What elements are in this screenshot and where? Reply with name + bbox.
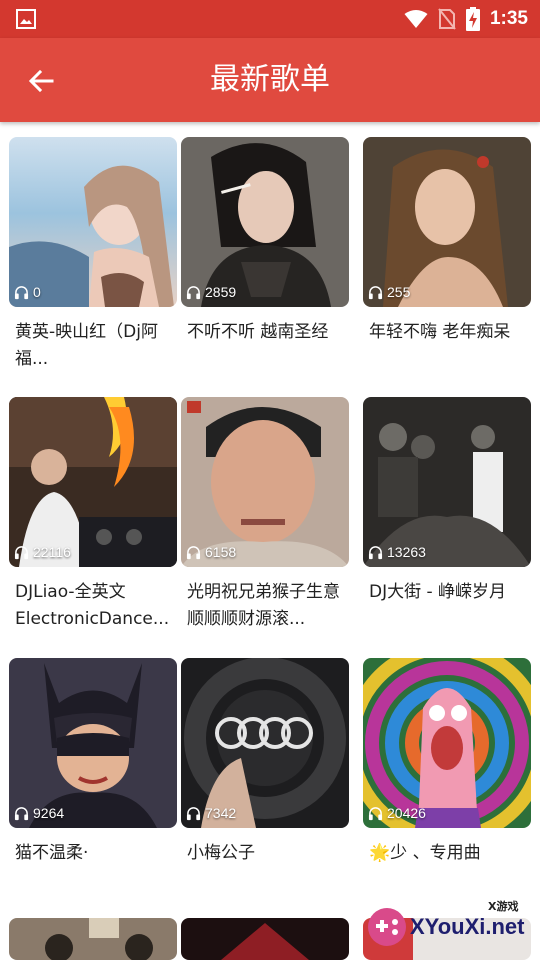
no-sim-icon xyxy=(438,8,456,30)
play-count-value: 7342 xyxy=(205,805,237,821)
playlist-name: 年轻不嗨 老年痴呆 xyxy=(369,322,511,342)
play-count-value: 2859 xyxy=(205,284,237,300)
playlist-name: 小梅公子 xyxy=(187,843,255,863)
headphones-icon xyxy=(14,806,29,820)
battery-charging-icon xyxy=(465,7,480,31)
playlist-card[interactable]: 0 黄英-映山红（Dj阿福... xyxy=(9,137,177,375)
app-bar: 最新歌单 xyxy=(0,38,540,122)
watermark-logo: X游戏 XYouXi.net xyxy=(364,900,534,952)
clock: 1:35 xyxy=(489,8,528,29)
headphones-icon xyxy=(14,545,29,559)
playlist-name: DJLiao-全英文ElectronicDance... xyxy=(15,582,170,629)
cover-image-woman-smoking xyxy=(181,137,349,307)
play-count-value: 0 xyxy=(33,284,41,300)
playlist-cover: 7342 xyxy=(181,658,349,828)
cover-image-woman-flower xyxy=(363,137,531,307)
playlist-cover: 2859 xyxy=(181,137,349,307)
playlist-card[interactable]: 9264 猫不温柔· xyxy=(9,658,177,896)
play-count: 9264 xyxy=(14,805,64,821)
headphones-icon xyxy=(14,285,29,299)
headphones-icon xyxy=(368,806,383,820)
playlist-card[interactable]: 22116 DJLiao-全英文ElectronicDance... xyxy=(9,397,177,635)
headphones-icon xyxy=(368,545,383,559)
cover-image-partial-people xyxy=(9,918,177,960)
play-count: 6158 xyxy=(186,544,236,560)
back-button[interactable] xyxy=(20,60,62,102)
watermark-brand: XYouXi.net xyxy=(410,914,525,939)
play-count: 20426 xyxy=(368,805,426,821)
play-count: 2859 xyxy=(186,284,236,300)
play-count-value: 9264 xyxy=(33,805,65,821)
playlist-card[interactable]: 6158 光明祝兄弟猴子生意顺顺顺财源滚... xyxy=(181,397,349,635)
playlist-cover: 22116 xyxy=(9,397,177,567)
gamepad-logo-icon xyxy=(368,908,406,946)
playlist-name: 光明祝兄弟猴子生意顺顺顺财源滚... xyxy=(187,582,340,629)
playlist-card[interactable]: 255 年轻不嗨 老年痴呆 xyxy=(363,137,531,375)
playlist-cover xyxy=(181,918,349,960)
cover-image-dj-fire xyxy=(9,397,177,567)
playlist-name: 黄英-映山红（Dj阿福... xyxy=(15,322,158,369)
wifi-icon xyxy=(404,10,428,28)
playlist-name: DJ大街 - 峥嵘岁月 xyxy=(369,582,507,602)
cover-image-man-selfie xyxy=(181,397,349,567)
play-count: 13263 xyxy=(368,544,426,560)
play-count-value: 6158 xyxy=(205,544,237,560)
arrow-back-icon xyxy=(28,69,54,93)
playlist-card[interactable] xyxy=(181,918,349,960)
headphones-icon xyxy=(186,545,201,559)
cover-image-batgirl xyxy=(9,658,177,828)
cover-image-partial-dark xyxy=(181,918,349,960)
playlist-cover: 9264 xyxy=(9,658,177,828)
cover-image-psychedelic xyxy=(363,658,531,828)
playlist-cover: 0 xyxy=(9,137,177,307)
play-count: 0 xyxy=(14,284,41,300)
play-count-value: 22116 xyxy=(33,544,71,560)
playlist-name: 猫不温柔· xyxy=(15,843,89,863)
playlist-card[interactable]: 20426 🌟少 、专用曲 xyxy=(363,658,531,896)
page-title: 最新歌单 xyxy=(210,62,330,97)
gallery-icon xyxy=(16,9,36,29)
playlist-cover: 13263 xyxy=(363,397,531,567)
playlist-cover: 6158 xyxy=(181,397,349,567)
playlist-name: 不听不听 越南圣经 xyxy=(187,322,329,342)
play-count-value: 13263 xyxy=(387,544,426,560)
playlist-cover xyxy=(9,918,177,960)
watermark-small-text: X游戏 xyxy=(488,900,519,913)
playlist-card[interactable]: 2859 不听不听 越南圣经 xyxy=(181,137,349,375)
play-count: 255 xyxy=(368,284,410,300)
play-count: 22116 xyxy=(14,544,71,560)
playlist-name: 🌟少 、专用曲 xyxy=(369,843,481,863)
status-bar: 1:35 xyxy=(0,0,540,38)
playlist-cover: 20426 xyxy=(363,658,531,828)
play-count-value: 255 xyxy=(387,284,411,300)
headphones-icon xyxy=(186,806,201,820)
cover-image-woman-beach xyxy=(9,137,177,307)
playlist-card[interactable]: 13263 DJ大街 - 峥嵘岁月 xyxy=(363,397,531,635)
cover-image-crowd-party xyxy=(363,397,531,567)
playlist-card[interactable] xyxy=(9,918,177,960)
playlist-cover: 255 xyxy=(363,137,531,307)
play-count: 7342 xyxy=(186,805,236,821)
cover-image-audi-wheel xyxy=(181,658,349,828)
playlist-card[interactable]: 7342 小梅公子 xyxy=(181,658,349,896)
play-count-value: 20426 xyxy=(387,805,426,821)
headphones-icon xyxy=(368,285,383,299)
headphones-icon xyxy=(186,285,201,299)
